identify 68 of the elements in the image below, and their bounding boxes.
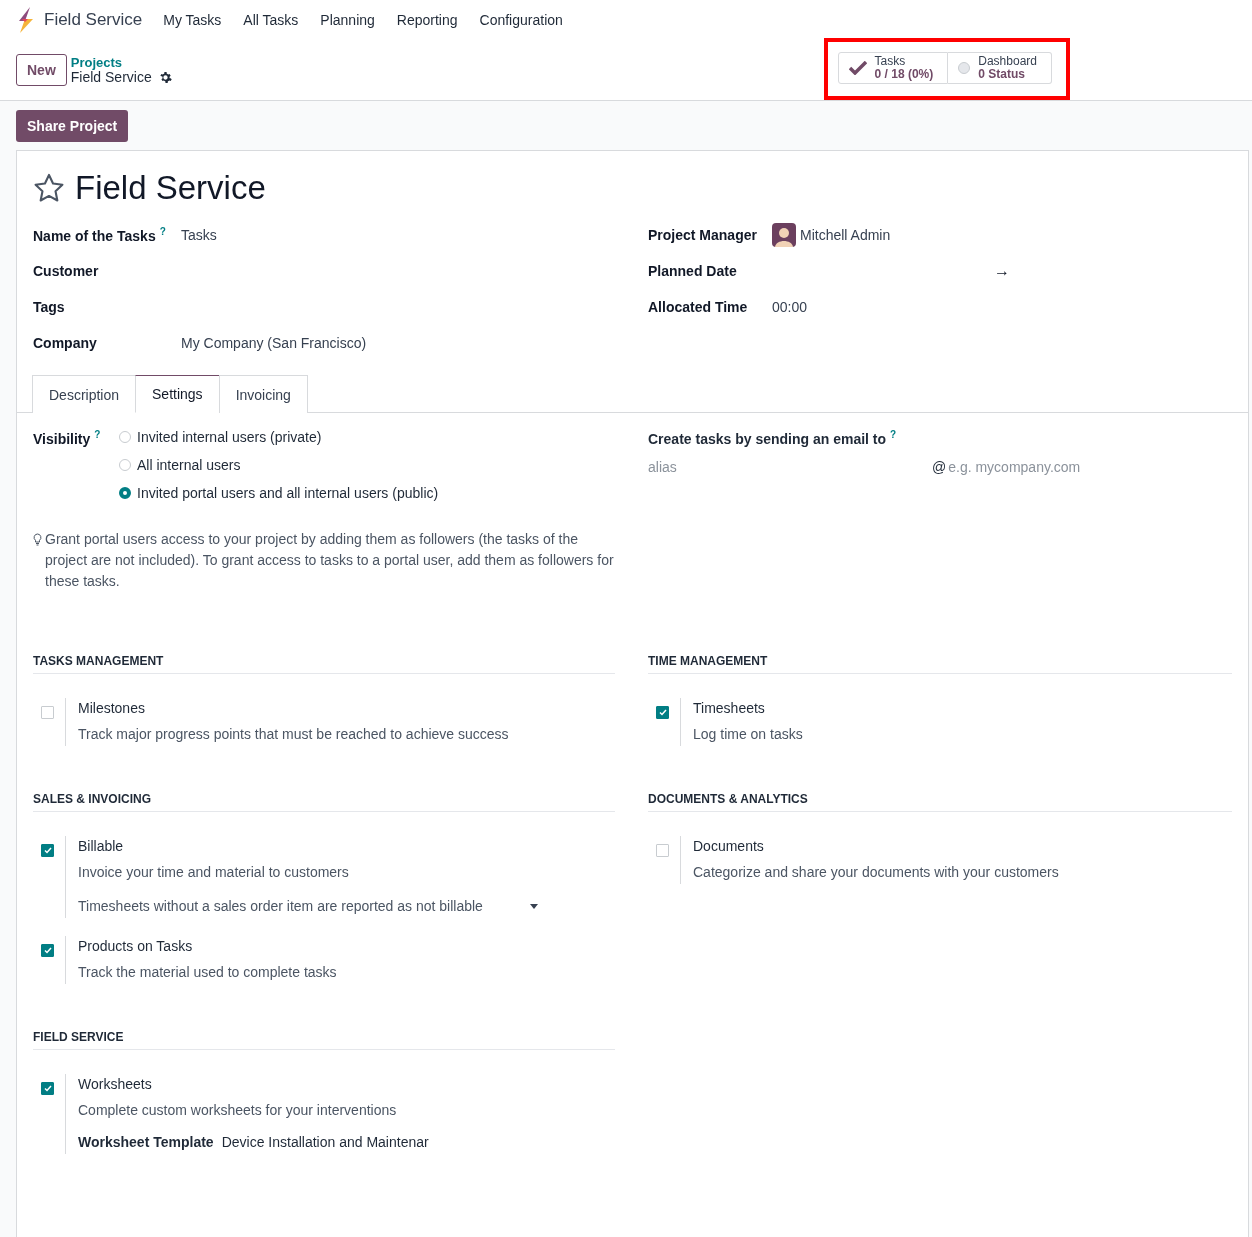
tab[interactable]: Description xyxy=(32,375,137,413)
setting-name: Billable xyxy=(78,838,125,854)
checkbox[interactable] xyxy=(656,706,669,719)
lightbulb-icon xyxy=(33,533,42,546)
field-value[interactable]: Mitchell Admin xyxy=(800,227,891,243)
setting-name: Worksheets xyxy=(78,1076,153,1092)
field-value[interactable]: 00:00 xyxy=(772,299,808,315)
new-button[interactable]: New xyxy=(16,54,67,86)
setting-description: Categorize and share your documents with your customers xyxy=(693,864,1059,880)
checkbox[interactable] xyxy=(41,1082,54,1095)
section-title: TIME MANAGEMENT xyxy=(648,654,1232,674)
checkbox[interactable] xyxy=(41,706,54,719)
field-label: Tags xyxy=(33,299,66,315)
star-icon[interactable] xyxy=(33,173,65,203)
field-label: Planned Date xyxy=(648,263,738,279)
setting-name: Milestones xyxy=(78,700,146,716)
project-title[interactable]: Field Service xyxy=(75,169,266,207)
section-title: SALES & INVOICING xyxy=(33,792,615,812)
field-label: Create tasks by sending an email to $^{?}$ xyxy=(648,429,898,447)
stat-button[interactable]: Tasks 0 / 18 (0%) xyxy=(837,52,949,84)
field-label: Name of the Tasks $^{?}$ xyxy=(33,226,167,244)
section-title: FIELD SERVICE xyxy=(33,1030,615,1050)
setting-name: Documents xyxy=(693,838,765,854)
setting-description: Track major progress points that must be reached to achieve success xyxy=(78,726,509,742)
field-value[interactable]: Device Installation and Maintenar xyxy=(221,1134,429,1150)
menu-item[interactable]: Configuration xyxy=(468,12,574,28)
field-label: Project Manager xyxy=(648,227,758,243)
app-logo-icon xyxy=(16,7,34,33)
gear-icon[interactable] xyxy=(158,71,172,84)
checkbox[interactable] xyxy=(41,844,54,857)
tab[interactable]: Invoicing xyxy=(218,375,308,413)
date-range-arrow: → xyxy=(994,262,1010,280)
checkmark-icon xyxy=(848,61,867,75)
stat-button[interactable]: Dashboard 0 Status xyxy=(948,52,1052,84)
field-label: Worksheet Template xyxy=(78,1134,214,1150)
menu-item[interactable]: Reporting xyxy=(385,12,469,28)
avatar-icon xyxy=(772,223,796,247)
record-name: Field Service xyxy=(70,70,152,85)
radio-option[interactable]: Invited portal users and all internal users (public) xyxy=(119,485,439,501)
setting-description: Complete custom worksheets for your interventions xyxy=(78,1102,398,1118)
caret-icon xyxy=(530,903,538,909)
checkbox[interactable] xyxy=(41,944,54,957)
radio-option[interactable]: All internal users xyxy=(119,457,439,473)
share-project-button[interactable]: Share Project xyxy=(16,110,129,142)
menu-item[interactable]: Planning xyxy=(309,12,386,28)
hint-text: Grant portal users access to your project by adding them as followers (the tasks of the project are not included). To grant access to tasks to a portal user, add them as followers for these tasks. xyxy=(45,530,615,591)
field-value[interactable]: My Company (San Francisco) xyxy=(181,335,367,351)
checkbox[interactable] xyxy=(656,844,669,857)
setting-name: Timesheets xyxy=(693,700,766,716)
radio-option[interactable]: Invited internal users (private) xyxy=(119,429,439,445)
breadcrumb-link[interactable]: Projects xyxy=(70,55,172,70)
setting-description: Invoice your time and material to customers xyxy=(78,864,350,880)
menu-item[interactable]: My Tasks xyxy=(152,12,233,28)
menu-item[interactable]: All Tasks xyxy=(232,12,310,28)
field-value[interactable]: Tasks xyxy=(181,227,217,243)
app-name[interactable]: Field Service xyxy=(44,10,143,30)
at-sign: @ xyxy=(932,458,947,475)
circle-icon xyxy=(958,62,971,74)
field-label: Allocated Time xyxy=(648,299,749,315)
section-title: TASKS MANAGEMENT xyxy=(33,654,615,674)
section-title: DOCUMENTS & ANALYTICS xyxy=(648,792,1232,812)
field-label: Customer xyxy=(33,263,100,279)
setting-name: Products on Tasks xyxy=(78,938,194,954)
tab[interactable]: Settings xyxy=(135,375,220,413)
setting-description: Log time on tasks xyxy=(693,726,803,742)
setting-description: Track the material used to complete tasks xyxy=(78,964,337,980)
select-field[interactable]: Timesheets without a sales order item are reported as not billable xyxy=(78,898,538,914)
field-label: Company xyxy=(33,335,98,351)
